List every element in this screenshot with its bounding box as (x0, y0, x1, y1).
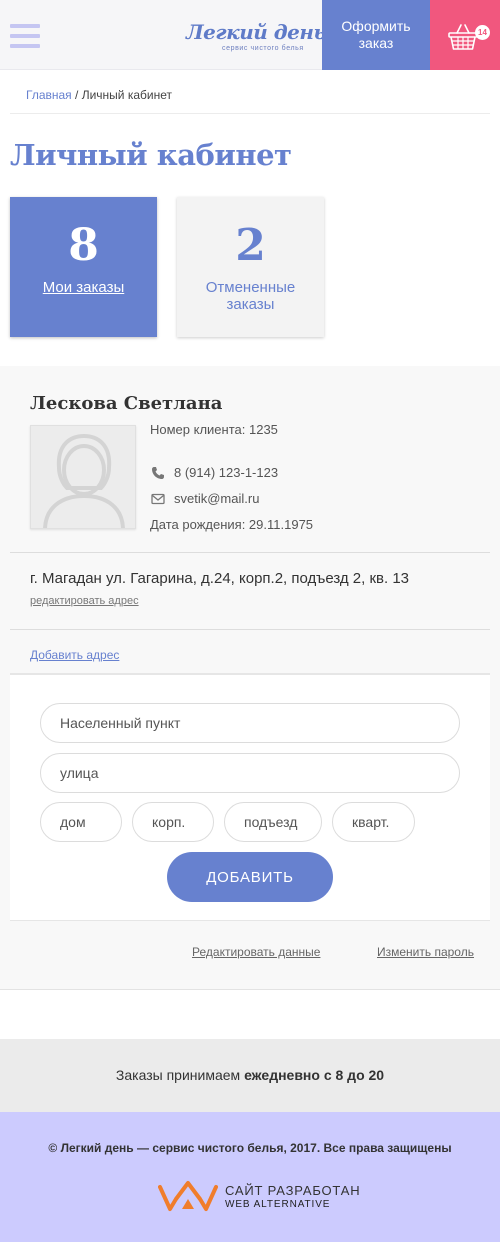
phone-number: 8 (914) 123-1-123 (174, 465, 279, 480)
house-input[interactable] (40, 802, 122, 842)
developer-line1: САЙТ РАЗРАБОТАН (225, 1183, 361, 1198)
site-header: Легкий день сервис чистого белья Оформит… (0, 0, 500, 70)
email: svetik@mail.ru (174, 491, 260, 506)
place-order-button[interactable]: Оформить заказ (322, 0, 430, 70)
add-address-button[interactable]: ДОБАВИТЬ (167, 852, 333, 902)
site-logo[interactable]: Легкий день сервис чистого белья (186, 20, 327, 56)
breadcrumb-separator: / (71, 88, 82, 102)
city-input[interactable] (40, 703, 460, 743)
orders-count: 8 (68, 220, 99, 271)
my-orders-card[interactable]: 8 Мои заказы (10, 197, 157, 337)
developer-line2: WEB ALTERNATIVE (225, 1199, 331, 1210)
edit-address-link[interactable]: редактировать адрес (30, 595, 139, 607)
avatar (30, 425, 136, 529)
divider (10, 629, 490, 630)
logo-subtitle: сервис чистого белья (222, 45, 304, 52)
menu-burger-icon[interactable] (10, 24, 40, 48)
add-address-link[interactable]: Добавить адрес (30, 648, 119, 662)
client-number: Номер клиента: 1235 (150, 422, 278, 437)
cancelled-orders-card[interactable]: 2 Отмененные заказы (177, 197, 324, 337)
page-title: Личный кабинет (10, 138, 292, 172)
entrance-input[interactable] (224, 802, 322, 842)
developer-credit-link[interactable]: САЙТ РАЗРАБОТАН WEB ALTERNATIVE (158, 1179, 360, 1213)
site-footer: © Легкий день — сервис чистого белья, 20… (0, 1112, 500, 1242)
copyright-text: © Легкий день — сервис чистого белья, 20… (48, 1141, 452, 1155)
orders-label[interactable]: Мои заказы (10, 279, 157, 296)
logo-title: Легкий день (186, 20, 327, 44)
address-text: г. Магадан ул. Гагарина, д.24, корп.2, п… (30, 570, 410, 587)
user-silhouette-icon (43, 433, 125, 528)
edit-data-link[interactable]: Редактировать данные (192, 945, 320, 959)
divider (10, 113, 490, 114)
building-input[interactable] (132, 802, 214, 842)
breadcrumb-current: Личный кабинет (81, 88, 172, 102)
change-password-link[interactable]: Изменить пароль (377, 945, 474, 959)
add-address-form: ДОБАВИТЬ (10, 673, 490, 921)
phone-icon (152, 467, 164, 479)
birth-date: Дата рождения: 29.11.1975 (150, 517, 314, 532)
profile-name: Лескова Светлана (30, 393, 223, 414)
cart-count-badge: 14 (475, 25, 490, 40)
breadcrumb: Главная / Личный кабинет (26, 88, 172, 102)
working-hours-banner: Заказы принимаем ежедневно с 8 до 20 (0, 1039, 500, 1112)
envelope-icon (151, 493, 165, 505)
breadcrumb-home-link[interactable]: Главная (26, 88, 72, 102)
cancelled-count: 2 (235, 220, 266, 271)
profile-section: Лескова Светлана Номер клиента: 1235 8 (… (0, 366, 500, 990)
cancelled-label: Отмененные заказы (205, 279, 296, 313)
hours-prefix: Заказы принимаем (115, 1067, 245, 1083)
basket-icon (448, 24, 478, 50)
apartment-input[interactable] (332, 802, 415, 842)
street-input[interactable] (40, 753, 460, 793)
divider (10, 552, 490, 553)
hours-bold: ежедневно с 8 до 20 (244, 1067, 385, 1083)
web-alternative-logo-icon (158, 1181, 218, 1211)
